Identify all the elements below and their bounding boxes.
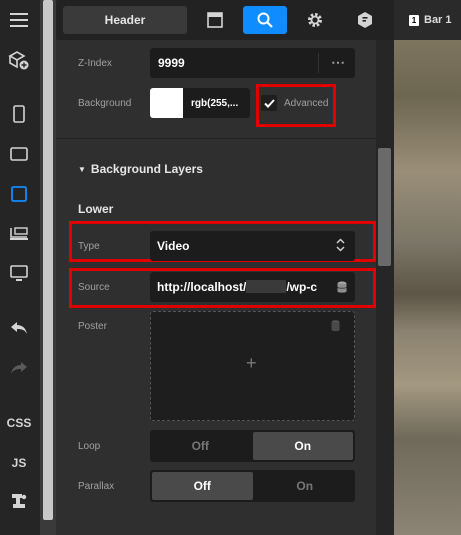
canvas-tab-label: Bar 1 bbox=[424, 14, 452, 26]
section-divider bbox=[56, 138, 376, 139]
redacted-segment bbox=[246, 280, 287, 293]
parallax-on-option[interactable]: On bbox=[255, 470, 356, 502]
select-arrows-icon bbox=[336, 238, 345, 255]
poster-label: Poster bbox=[78, 321, 107, 332]
media-library-icon[interactable] bbox=[328, 272, 355, 302]
background-color-value: rgb(255,... bbox=[191, 97, 239, 109]
settings-tool-icon[interactable] bbox=[8, 490, 30, 512]
css-button[interactable]: CSS bbox=[7, 412, 32, 434]
lower-title: Lower bbox=[78, 202, 114, 216]
undo-icon[interactable] bbox=[8, 317, 30, 339]
tablet-landscape-icon[interactable] bbox=[8, 143, 30, 165]
header-button[interactable]: Header bbox=[63, 6, 187, 34]
source-input[interactable]: http://localhost/ /wp-c bbox=[157, 280, 317, 294]
type-select-value: Video bbox=[157, 239, 190, 253]
source-value-suffix: /wp-c bbox=[286, 280, 317, 294]
zindex-field: 9999 ⋯ bbox=[150, 48, 355, 78]
gear-icon[interactable] bbox=[293, 6, 337, 34]
field-divider bbox=[318, 53, 319, 73]
poster-dropzone[interactable]: + bbox=[150, 311, 355, 421]
redo-icon[interactable] bbox=[8, 357, 30, 379]
parallax-off-option[interactable]: Off bbox=[152, 472, 253, 500]
loop-label: Loop bbox=[78, 441, 101, 452]
canvas-preview[interactable] bbox=[394, 0, 461, 535]
background-layers-title: Background Layers bbox=[90, 162, 203, 176]
layout-icon[interactable] bbox=[193, 6, 237, 34]
loop-toggle: Off On bbox=[150, 430, 355, 462]
desktop-icon[interactable] bbox=[8, 263, 30, 285]
source-field[interactable]: http://localhost/ /wp-c bbox=[150, 272, 355, 302]
tablet-icon[interactable] bbox=[8, 183, 30, 205]
canvas-tab-badge: 1 bbox=[409, 14, 419, 26]
canvas-tab[interactable]: 1 Bar 1 bbox=[394, 0, 461, 40]
background-label: Background bbox=[78, 98, 132, 109]
search-icon[interactable] bbox=[243, 6, 287, 34]
loop-off-option[interactable]: Off bbox=[150, 430, 251, 462]
source-label: Source bbox=[78, 282, 110, 293]
add-poster-icon[interactable]: + bbox=[246, 353, 257, 374]
type-label: Type bbox=[78, 241, 100, 252]
panel-scrollbar-thumb[interactable] bbox=[378, 148, 391, 266]
zindex-input[interactable]: 9999 bbox=[158, 56, 185, 70]
parallax-label: Parallax bbox=[78, 481, 115, 492]
menu-icon[interactable] bbox=[8, 9, 30, 31]
add-element-icon[interactable] bbox=[8, 49, 30, 71]
advanced-checkbox[interactable] bbox=[261, 95, 277, 111]
left-icon-rail: CSS JS bbox=[0, 0, 40, 535]
loop-on-option[interactable]: On bbox=[252, 432, 353, 460]
outer-scrollbar-thumb[interactable] bbox=[43, 0, 53, 520]
mobile-device-icon[interactable] bbox=[8, 103, 30, 125]
hexagon-icon[interactable] bbox=[343, 6, 387, 34]
parallax-toggle: Off On bbox=[150, 470, 355, 502]
source-value-prefix: http://localhost/ bbox=[157, 280, 247, 294]
panel-scroll-track bbox=[376, 40, 394, 535]
laptop-icon[interactable] bbox=[8, 223, 30, 245]
js-button[interactable]: JS bbox=[8, 452, 30, 474]
color-swatch[interactable] bbox=[150, 88, 183, 118]
caret-down-icon: ▼ bbox=[78, 164, 86, 174]
background-color-picker[interactable]: rgb(255,... bbox=[150, 88, 250, 118]
more-options-icon[interactable]: ⋯ bbox=[331, 54, 346, 71]
type-select[interactable]: Video bbox=[150, 231, 355, 261]
zindex-label: Z-Index bbox=[78, 58, 112, 69]
advanced-label: Advanced bbox=[284, 98, 329, 109]
background-layers-toggle[interactable]: ▼ Background Layers bbox=[78, 162, 203, 176]
database-icon bbox=[331, 319, 340, 337]
